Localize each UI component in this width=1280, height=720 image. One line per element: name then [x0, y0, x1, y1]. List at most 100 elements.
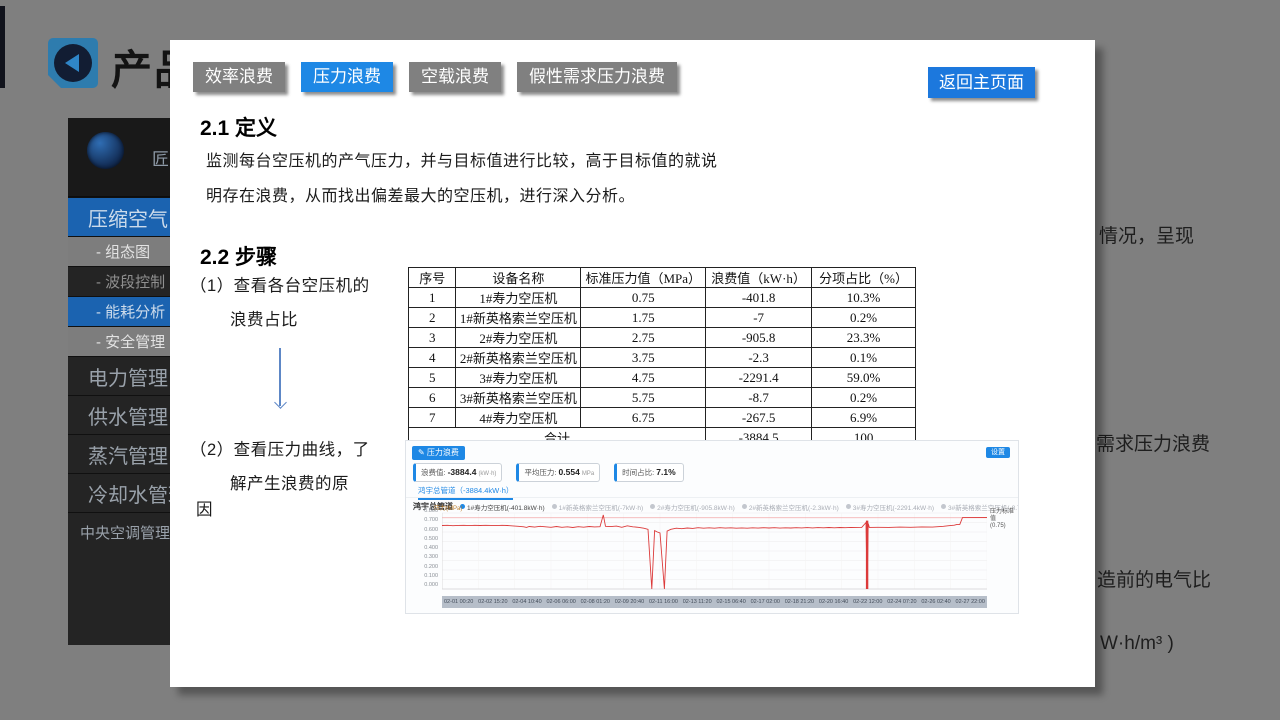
legend-dot-icon [941, 504, 946, 509]
table-cell: 1.75 [581, 308, 706, 328]
sidebar-item-8[interactable]: 冷却水管理 [68, 473, 170, 512]
tab-0[interactable]: 效率浪费 [193, 62, 285, 92]
x-tick: 02-20 16:40 [819, 599, 848, 605]
table-cell: 3.75 [581, 348, 706, 368]
legend-item-3[interactable]: 2#新英格索兰空压机(-2.3kW·h) [742, 502, 839, 512]
y-tick: 0.100 [412, 573, 438, 579]
table-cell: 3#寿力空压机 [456, 368, 581, 388]
sidebar: 匠 压缩空气- 组态图- 波段控制- 能耗分析- 安全管理电力管理供水管理蒸汽管… [68, 118, 170, 645]
legend-dot-icon [846, 504, 851, 509]
table-cell: 3 [409, 328, 456, 348]
y-tick: 0.600 [412, 527, 438, 533]
sidebar-item-6[interactable]: 供水管理 [68, 395, 170, 434]
tab-2[interactable]: 空载浪费 [409, 62, 501, 92]
definition-paragraph: 监测每台空压机的产气压力，并与目标值进行比较，高于目标值的就说 明存在浪费，从而… [206, 144, 718, 214]
table-header-row: 序号设备名称标准压力值（MPa）浪费值（kW·h）分项占比（%） [409, 268, 916, 288]
clipped-text-fragment: 造前的电气比 [1097, 565, 1211, 592]
definition-line2: 明存在浪费，从而找出偏差最大的空压机，进行深入分析。 [206, 179, 718, 214]
sidebar-item-0[interactable]: 压缩空气 [68, 197, 170, 236]
sidebar-item-5[interactable]: 电力管理 [68, 356, 170, 395]
legend-item-1[interactable]: 1#新英格索兰空压机(-7kW·h) [552, 502, 644, 512]
table-cell: 2.75 [581, 328, 706, 348]
table-cell: -905.8 [706, 328, 812, 348]
legend-dot-icon [650, 504, 655, 509]
legend-dot-icon [742, 504, 747, 509]
metric-card-0: 浪费值:-3884.4(kW·h) [413, 463, 502, 482]
x-tick: 02-17 02:00 [751, 599, 780, 605]
table-header-cell: 设备名称 [456, 268, 581, 288]
brand-logo-icon [87, 132, 124, 169]
table-cell: 5.75 [581, 388, 706, 408]
x-tick: 02-02 15:20 [478, 599, 507, 605]
table-row: 42#新英格索兰空压机3.75-2.30.1% [409, 348, 916, 368]
table-row: 53#寿力空压机4.75-2291.459.0% [409, 368, 916, 388]
x-tick: 02-04 10:40 [512, 599, 541, 605]
pressure-line-chart [442, 511, 987, 593]
screenshot-title-button[interactable]: ✎ 压力浪费 [412, 446, 465, 460]
table-cell: -267.5 [706, 408, 812, 428]
x-tick: 02-27 22:00 [956, 599, 985, 605]
tab-3[interactable]: 假性需求压力浪费 [517, 62, 677, 92]
table-cell: -2291.4 [706, 368, 812, 388]
sidebar-item-1[interactable]: - 组态图 [68, 236, 170, 266]
table-cell: 23.3% [812, 328, 916, 348]
brand-name: 匠 [152, 145, 169, 170]
y-axis-ticks: 0.8000.7000.6000.5000.4000.3000.2000.100… [412, 508, 438, 588]
sidebar-item-7[interactable]: 蒸汽管理 [68, 434, 170, 473]
table-cell: 6 [409, 388, 456, 408]
table-cell: 4#寿力空压机 [456, 408, 581, 428]
step2-text: （2）查看压力曲线，了 [190, 436, 370, 460]
table-cell: -8.7 [706, 388, 812, 408]
y-tick: 0.700 [412, 517, 438, 523]
step2-text-line3: 因 [196, 496, 213, 520]
x-tick: 02-15 06:40 [716, 599, 745, 605]
table-cell: 7 [409, 408, 456, 428]
table-cell: 5 [409, 368, 456, 388]
x-axis-scrollbar[interactable]: 02-01 00:2002-02 15:2002-04 10:4002-06 0… [442, 596, 987, 608]
sidebar-item-4[interactable]: - 安全管理 [68, 326, 170, 356]
table-cell: 0.75 [581, 288, 706, 308]
tab-1[interactable]: 压力浪费 [301, 62, 393, 92]
y-tick: 0.300 [412, 554, 438, 560]
waste-table: 序号设备名称标准压力值（MPa）浪费值（kW·h）分项占比（%）11#寿力空压机… [408, 267, 916, 448]
metric-card-2: 时间占比:7.1% [614, 463, 683, 482]
table-header-cell: 标准压力值（MPa） [581, 268, 706, 288]
step2-text-line2: 解产生浪费的原 [230, 470, 349, 494]
table-cell: 0.1% [812, 348, 916, 368]
step1-text: （1）查看各台空压机的 [190, 272, 370, 296]
definition-line1: 监测每台空压机的产气压力，并与目标值进行比较，高于目标值的就说 [206, 144, 718, 179]
y-tick: 0.200 [412, 564, 438, 570]
sidebar-item-2[interactable]: - 波段控制 [68, 266, 170, 296]
legend-item-4[interactable]: 3#寿力空压机(-2291.4kW·h) [846, 502, 934, 512]
back-nav-button[interactable] [48, 38, 98, 88]
legend-item-0[interactable]: 1#寿力空压机(-401.8kW·h) [460, 502, 545, 512]
legend-dot-icon [552, 504, 557, 509]
pressure-waste-screenshot: ✎ 压力浪费 设置 浪费值:-3884.4(kW·h) 平均压力:0.554MPa… [405, 440, 1019, 614]
x-tick: 02-11 16:00 [649, 599, 678, 605]
table-header-cell: 序号 [409, 268, 456, 288]
sidebar-item-3[interactable]: - 能耗分析 [68, 296, 170, 326]
table-header-cell: 分项占比（%） [812, 268, 916, 288]
clipped-text-fragment: W·h/m³ ) [1100, 633, 1174, 655]
table-cell: 1 [409, 288, 456, 308]
return-home-button[interactable]: 返回主页面 [928, 67, 1035, 98]
table-cell: 2#新英格索兰空压机 [456, 348, 581, 368]
x-tick: 02-13 11:20 [683, 599, 712, 605]
table-cell: 6.75 [581, 408, 706, 428]
y-tick: 0.400 [412, 545, 438, 551]
metric-card-1: 平均压力:0.554MPa [516, 463, 600, 482]
legend-item-2[interactable]: 2#寿力空压机(-905.8kW·h) [650, 502, 735, 512]
sidebar-item-9[interactable]: 中央空调管理 [68, 512, 170, 551]
x-tick: 02-22 12:00 [853, 599, 882, 605]
y-tick: 0.800 [412, 508, 438, 514]
table-row: 11#寿力空压机0.75-401.810.3% [409, 288, 916, 308]
table-row: 74#寿力空压机6.75-267.56.9% [409, 408, 916, 428]
settings-button[interactable]: 设置 [986, 447, 1010, 458]
x-tick: 02-01 00:20 [444, 599, 473, 605]
x-tick: 02-26 02:40 [921, 599, 950, 605]
definition-heading: 2.1 定义 [200, 112, 277, 142]
table-cell: 6.9% [812, 408, 916, 428]
table-cell: 2#寿力空压机 [456, 328, 581, 348]
table-cell: 3#新英格索兰空压机 [456, 388, 581, 408]
standard-value-label: 压力标准值 (0.75) [990, 509, 1018, 530]
